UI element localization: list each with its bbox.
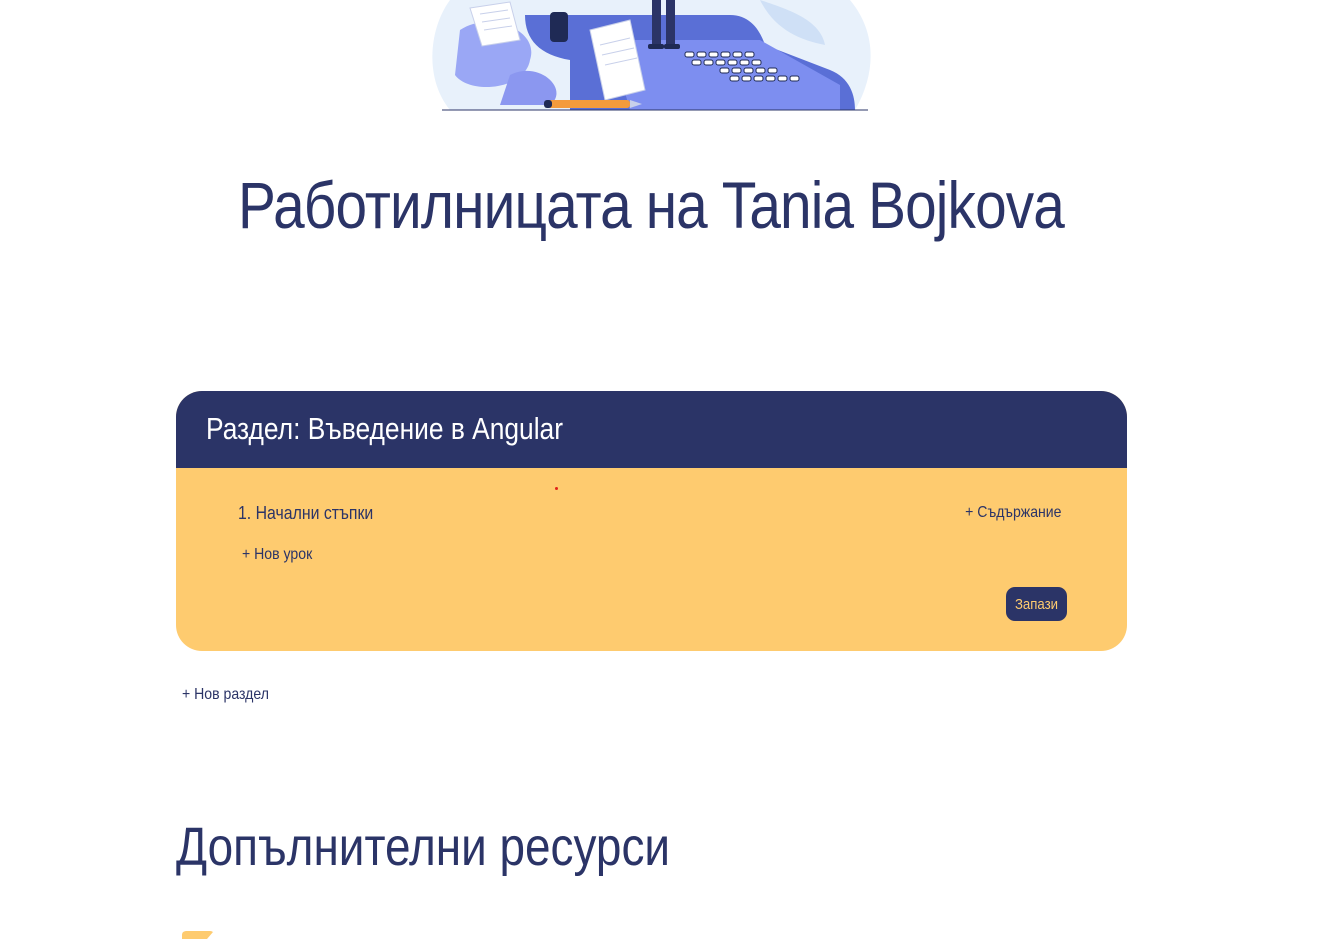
lesson-title[interactable]: 1. Начални стъпки: [238, 501, 373, 525]
save-button-label: Запази: [1014, 595, 1059, 613]
add-section-link[interactable]: + Нов раздел: [182, 683, 269, 707]
add-content-link[interactable]: + Съдържание: [965, 501, 1061, 525]
workshop-title: Работилницата на Tania Bojkova: [237, 168, 1065, 242]
resources-title: Допълнителни ресурси: [176, 817, 671, 877]
section-title: Раздел: Въведение в Angular: [206, 411, 563, 446]
typewriter-illustration-icon: [432, 0, 871, 111]
save-button[interactable]: Запази: [1006, 587, 1067, 621]
marker-dot: [555, 487, 558, 490]
add-lesson-link[interactable]: + Нов урок: [242, 543, 312, 567]
section-header[interactable]: Раздел: Въведение в Angular: [176, 391, 1127, 468]
resource-icon: [182, 931, 218, 939]
section-card: Раздел: Въведение в Angular 1. Начални с…: [176, 391, 1127, 651]
page: Работилницата на Tania Bojkova Раздел: В…: [0, 0, 1322, 939]
